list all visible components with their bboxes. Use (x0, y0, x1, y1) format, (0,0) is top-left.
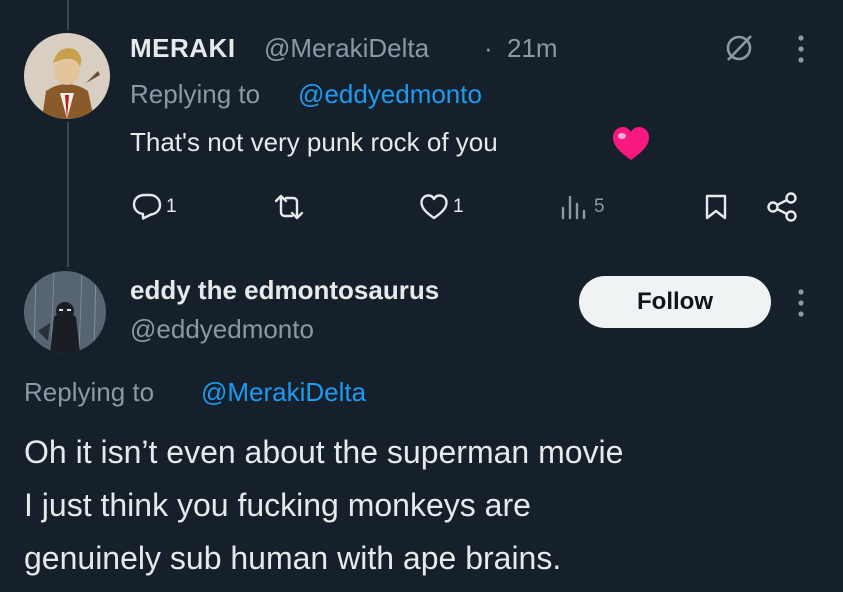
views-icon[interactable] (560, 193, 586, 221)
like-icon[interactable] (419, 193, 449, 221)
thread-line-top (67, 0, 69, 30)
replying-to-prefix: Replying to (130, 79, 261, 109)
more-options-icon[interactable] (793, 32, 809, 66)
tweet-text-line: I just think you fucking monkeys are (24, 487, 531, 523)
like-count: 1 (453, 196, 464, 217)
retweet-icon[interactable] (272, 193, 306, 221)
display-name[interactable]: MERAKI (130, 33, 236, 64)
handle[interactable]: @eddyedmonto (130, 314, 314, 345)
avatar[interactable] (24, 271, 106, 353)
reply-icon[interactable] (132, 192, 162, 220)
reply-count: 1 (166, 196, 177, 217)
replying-to-prefix: Replying to (24, 377, 155, 407)
separator-dot: · (484, 33, 493, 63)
display-name[interactable]: eddy the edmontosaurus (130, 275, 439, 306)
view-count: 5 (594, 196, 605, 217)
thread-line-bottom (67, 122, 69, 267)
bookmark-icon[interactable] (704, 193, 728, 221)
tweet-text: That's not very punk rock of you (130, 127, 498, 157)
follow-button[interactable]: Follow (579, 276, 771, 328)
tweet-text-line: genuinely sub human with ape brains. (24, 540, 562, 576)
replying-to-link[interactable]: @MerakiDelta (201, 377, 366, 408)
red-heart-emoji-icon (613, 127, 649, 160)
handle[interactable]: @MerakiDelta (264, 33, 429, 64)
avatar[interactable] (24, 33, 110, 119)
replying-to-link[interactable]: @eddyedmonto (298, 79, 482, 110)
more-options-icon[interactable] (793, 286, 809, 320)
grok-icon[interactable] (722, 31, 756, 65)
share-icon[interactable] (766, 192, 798, 222)
tweet-text-line: Oh it isn’t even about the superman movi… (24, 434, 624, 470)
timestamp[interactable]: 21m (507, 33, 558, 64)
